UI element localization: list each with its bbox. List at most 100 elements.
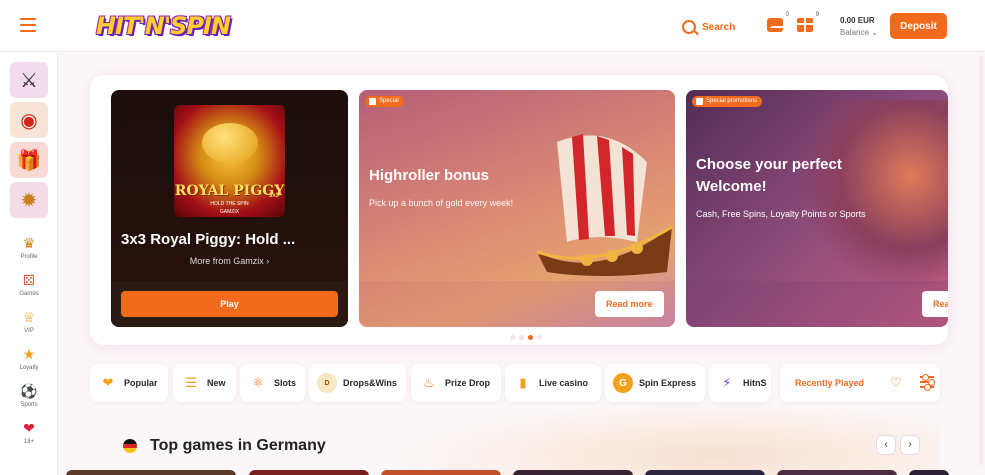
lips-icon: ❤ bbox=[23, 420, 35, 436]
pig-icon bbox=[202, 123, 258, 163]
category-label: New bbox=[207, 378, 226, 388]
scrollbar[interactable] bbox=[979, 55, 983, 465]
recently-played-tab[interactable]: Recently Played bbox=[795, 378, 864, 388]
category-label: Drops&Wins bbox=[343, 378, 397, 388]
category-live-casino[interactable]: ▮ Live casino bbox=[505, 364, 601, 402]
game-art-subtitle: HOLD THE SPIN bbox=[210, 201, 249, 207]
category-slots[interactable]: ⚛ Slots bbox=[240, 364, 305, 402]
banner-footer: Rea bbox=[686, 281, 948, 327]
sidebar-item-games[interactable]: ⚄ Games bbox=[0, 271, 58, 297]
sidebar-item-label: Games bbox=[19, 291, 39, 297]
germany-flag-icon bbox=[123, 439, 137, 453]
dw-icon: D bbox=[317, 373, 337, 393]
banner-description: Pick up a bunch of gold every week! bbox=[369, 198, 514, 208]
gift-promo-icon[interactable]: 🎁 bbox=[10, 142, 48, 178]
category-hitnspin[interactable]: ⚡ HitnS bbox=[709, 364, 771, 402]
banner-title: Choose your perfect Welcome! bbox=[696, 156, 842, 195]
wheel-promo-icon[interactable]: ✹ bbox=[10, 182, 48, 218]
gifts-count: 9 bbox=[815, 12, 819, 18]
promo-banner-highroller[interactable]: Special Highroller bonus Pick up a bunch… bbox=[359, 90, 675, 327]
sidebar: ⚔ ◉ 🎁 ✹ ♛ Profile ⚄ Games ♕ VIP ★ Loyalt… bbox=[0, 52, 58, 475]
sidebar-item-label: Profile bbox=[20, 254, 38, 260]
search-icon bbox=[682, 20, 696, 34]
play-button[interactable]: Play bbox=[121, 291, 338, 317]
sidebar-item-vip[interactable]: ♕ VIP bbox=[0, 308, 58, 334]
carousel-dot[interactable] bbox=[519, 335, 524, 340]
game-tile[interactable] bbox=[513, 470, 633, 475]
game-art-badge: 3x3 bbox=[268, 193, 279, 199]
star-icon: ★ bbox=[22, 346, 36, 362]
sword-promo-icon[interactable]: ⚔ bbox=[10, 62, 48, 98]
viking-ship-illustration bbox=[536, 134, 673, 276]
read-more-button[interactable]: Read more bbox=[595, 291, 664, 317]
cherry-icon: ⚛ bbox=[252, 375, 264, 390]
sidebar-item-label: VIP bbox=[24, 328, 34, 334]
read-more-button[interactable]: Rea bbox=[922, 291, 948, 317]
deposit-button[interactable]: Deposit bbox=[890, 13, 947, 39]
category-drops-wins[interactable]: D Drops&Wins bbox=[309, 364, 406, 402]
more-link-label: More from Gamzix bbox=[189, 256, 264, 266]
banner-title: Highroller bonus bbox=[369, 167, 489, 184]
category-label: Popular bbox=[124, 378, 158, 388]
carousel-dots bbox=[510, 335, 542, 340]
game-tile[interactable] bbox=[249, 470, 369, 475]
card-icon: ▮ bbox=[519, 375, 527, 390]
ball-icon: ⚽ bbox=[20, 383, 38, 399]
sidebar-item-label: Sports bbox=[20, 402, 38, 408]
balance-dropdown[interactable]: 0.00 EUR Balance ⌄ bbox=[840, 16, 878, 37]
messages-count: 0 bbox=[785, 12, 789, 18]
previous-button[interactable]: ‹ bbox=[876, 435, 896, 455]
favorites-heart-icon[interactable]: ♡ bbox=[890, 376, 902, 390]
sidebar-item-label: Loyalty bbox=[19, 365, 39, 371]
menu-icon[interactable] bbox=[20, 18, 36, 32]
crown-icon: ♕ bbox=[22, 309, 36, 325]
game-tile[interactable] bbox=[777, 470, 897, 475]
carousel-dot[interactable] bbox=[510, 335, 515, 340]
category-prize-drop[interactable]: ♨ Prize Drop bbox=[411, 364, 501, 402]
search-button[interactable]: Search bbox=[682, 18, 735, 36]
category-new[interactable]: ☰ New bbox=[173, 364, 236, 402]
search-label: Search bbox=[702, 21, 736, 33]
game-art-maker: GAMZIX bbox=[219, 209, 240, 215]
helmet-icon: ♛ bbox=[22, 235, 36, 251]
banner-title: 3x3 Royal Piggy: Hold ... bbox=[121, 231, 296, 248]
sidebar-item-sports[interactable]: ⚽ Sports bbox=[0, 382, 58, 408]
game-tile[interactable] bbox=[909, 470, 949, 475]
banner-footer: Read more bbox=[359, 281, 675, 327]
chevron-down-icon: ⌄ bbox=[871, 28, 878, 37]
section-title: Top games in Germany bbox=[150, 437, 326, 454]
game-banner-royal-piggy[interactable]: ROYAL PIGGY HOLD THE SPIN GAMZIX 3x3 3x3… bbox=[111, 90, 348, 327]
category-label: HitnS bbox=[743, 378, 767, 388]
category-label: Prize Drop bbox=[445, 378, 491, 388]
banner-footer: Play bbox=[111, 281, 348, 327]
category-label: Live casino bbox=[539, 378, 589, 388]
sidebar-item-18plus[interactable]: ❤ 18+ bbox=[0, 419, 58, 445]
mail-icon[interactable]: 0 bbox=[767, 12, 789, 32]
sidebar-item-profile[interactable]: ♛ Profile bbox=[0, 234, 58, 260]
filter-icon[interactable] bbox=[920, 374, 935, 391]
logo[interactable]: HIT'N'SPIN bbox=[96, 9, 231, 43]
sidebar-item-loyalty[interactable]: ★ Loyalty bbox=[0, 345, 58, 371]
promo-banner-welcome[interactable]: Special promotions Choose your perfect W… bbox=[686, 90, 948, 327]
category-label: Spin Express bbox=[639, 378, 697, 388]
game-tile[interactable] bbox=[66, 470, 236, 475]
category-spin-express[interactable]: G Spin Express bbox=[605, 364, 705, 402]
balance-amount: 0.00 EUR bbox=[840, 16, 875, 25]
game-tile[interactable] bbox=[381, 470, 501, 475]
carousel-dot[interactable] bbox=[537, 335, 542, 340]
balance-label: Balance bbox=[840, 28, 869, 37]
header: HIT'N'SPIN Search 0 9 0.00 EUR Balance ⌄… bbox=[0, 0, 985, 52]
coin-promo-icon[interactable]: ◉ bbox=[10, 102, 48, 138]
special-promotions-badge: Special promotions bbox=[692, 96, 763, 107]
special-badge: Special bbox=[365, 96, 404, 107]
more-from-provider-link[interactable]: More from Gamzix › bbox=[111, 256, 348, 266]
banner-description: Cash, Free Spins, Loyalty Points or Spor… bbox=[696, 209, 866, 219]
next-button[interactable]: › bbox=[900, 435, 920, 455]
background-decoration bbox=[380, 400, 940, 475]
recent-panel: Recently Played ♡ bbox=[780, 364, 940, 402]
game-tile[interactable] bbox=[645, 470, 765, 475]
category-popular[interactable]: ❤ Popular bbox=[90, 364, 168, 402]
gift-icon[interactable]: 9 bbox=[797, 12, 819, 32]
carousel-dot-active[interactable] bbox=[528, 335, 533, 340]
g-icon: G bbox=[613, 373, 633, 393]
